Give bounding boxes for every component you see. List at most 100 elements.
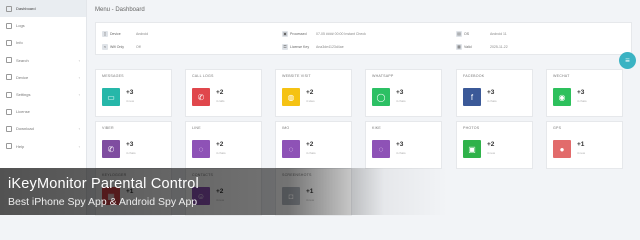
tile-title: KIKE [372,126,381,130]
tile-subtext: 4 new [126,99,135,103]
device-icon: ▯ [102,30,108,37]
tile-whatsapp[interactable]: WHATSAPP ◯ +3 4 chats [365,69,442,117]
device-icon [6,74,12,81]
tile-count: +3 [577,89,585,96]
tile-count: +2 [216,89,224,96]
tile-count: +3 [396,141,404,148]
sidebar-item-search[interactable]: Search ‹ [0,52,86,69]
search-icon [6,57,12,64]
tile-message[interactable]: MESSAGES ▭ +3 4 new [95,69,172,117]
sidebar-item-logs[interactable]: Logs [0,17,86,34]
whatsapp-icon: ◯ [372,88,390,106]
tile-title: FACEBOOK [463,74,485,78]
breadcrumb: Menu - Dashboard [87,0,640,20]
tile-viber[interactable]: VIBER ✆ +3 4 chats [95,121,172,169]
tile-subtext: 4 chats [577,99,587,103]
info-icon [6,39,12,46]
info-license-key: ⚿ License Key Ana3de4123d4ae [282,41,344,52]
info-value: Ana3de4123d4ae [316,44,344,49]
tile-subtext: 4 calls [216,99,225,103]
info-label: Valid [464,44,472,49]
sidebar-item-download[interactable]: Download ‹ [0,120,86,137]
logs-icon [6,22,12,29]
license-icon [6,108,12,115]
sidebar-item-label: Help [16,143,25,149]
help-icon [6,143,12,150]
tile-title: WHATSAPP [372,74,394,78]
tile-title: LINE [192,126,201,130]
tile-location[interactable]: GPS ● +1 4 new [546,121,623,169]
tile-subtext: 4 new [577,151,586,155]
page-title: Menu - Dashboard [95,7,145,13]
sidebar-item-settings[interactable]: Settings ‹ [0,86,86,103]
tile-imo[interactable]: IMO ◌ +2 4 chats [275,121,352,169]
tile-title: IMO [282,126,290,130]
sidebar-item-license[interactable]: License [0,103,86,120]
info-value: 2025-11-22 [490,44,508,49]
caption-title: iKeyMonitor Parental Control [8,176,199,192]
tile-title: CALL LOGS [192,74,214,78]
tile-title: WEBSITE VISIT [282,74,311,78]
tile-subtext: 4 sites [306,99,315,103]
tile-phone[interactable]: CALL LOGS ✆ +2 4 calls [185,69,262,117]
tile-title: WECHAT [553,74,570,78]
wifi-icon: ≈ [102,43,108,50]
chevron-down-icon: ‹ [78,126,80,132]
phone-icon: ✆ [192,88,210,106]
sidebar-item-help[interactable]: Help ‹ [0,138,86,155]
info-label: Wifi Only [110,44,124,49]
tile-count: +2 [306,89,314,96]
sidebar-item-label: Search [16,57,29,63]
viber-icon: ✆ [102,140,120,158]
sidebar-item-info[interactable]: Info [0,34,86,51]
tile-count: +3 [396,89,404,96]
tile-wechat[interactable]: WECHAT ◉ +3 4 chats [546,69,623,117]
imo-icon: ◌ [282,140,300,158]
sidebar-item-label: Download [16,126,34,132]
tile-subtext: 4 chats [216,151,226,155]
chevron-down-icon: ‹ [78,143,80,149]
tile-facebook[interactable]: FACEBOOK f +3 4 chats [456,69,533,117]
info-processed: ▣ Processed 07-05 #### 00:00 Instant Che… [282,28,366,39]
sidebar-item-label: Dashboard [16,6,36,12]
tile-subtext: 4 chats [396,151,406,155]
info-value: Android 11 [490,31,507,36]
info-value: Off [136,44,141,49]
tile-kik[interactable]: KIKE ◌ +3 4 chats [365,121,442,169]
sidebar-item-dashboard[interactable]: Dashboard [0,0,86,18]
device-info-card: ▯ Device Android ≈ Wifi Only Off ▣ Proce… [95,22,632,55]
info-wifi: ≈ Wifi Only Off [102,41,141,52]
sidebar-item-label: Logs [16,23,25,29]
tile-title: GPS [553,126,562,130]
info-os: ▤ OS Android 11 [456,28,507,39]
globe-icon: ◍ [282,88,300,106]
location-icon: ● [553,140,571,158]
tile-title: VIBER [102,126,114,130]
photo-icon: ▣ [463,140,481,158]
tile-count: +2 [487,141,495,148]
tile-count: +2 [306,141,314,148]
processed-icon: ▣ [282,30,288,37]
floating-menu-button[interactable]: ≡ [619,52,636,69]
tile-subtext: 4 chats [306,151,316,155]
tile-count: +3 [126,141,134,148]
tile-subtext: 4 new [487,151,496,155]
tile-subtext: 4 chats [126,151,136,155]
os-icon: ▤ [456,30,462,37]
chevron-down-icon: ‹ [78,92,80,98]
calendar-icon: ▦ [456,43,462,50]
tile-photo[interactable]: PHOTOS ▣ +2 4 new [456,121,533,169]
chevron-down-icon: ‹ [78,74,80,80]
message-icon: ▭ [102,88,120,106]
dashboard-icon [6,5,12,12]
info-label: OS [464,31,470,36]
tile-count: +2 [216,141,224,148]
sidebar-item-label: Device [16,74,29,80]
info-label: Processed [290,31,307,36]
tile-globe[interactable]: WEBSITE VISIT ◍ +2 4 sites [275,69,352,117]
key-icon: ⚿ [282,43,288,50]
sidebar-item-label: Settings [16,92,31,98]
sidebar-item-device[interactable]: Device ‹ [0,69,86,86]
chevron-down-icon: ‹ [78,57,80,63]
tile-line[interactable]: LINE ◌ +2 4 chats [185,121,262,169]
